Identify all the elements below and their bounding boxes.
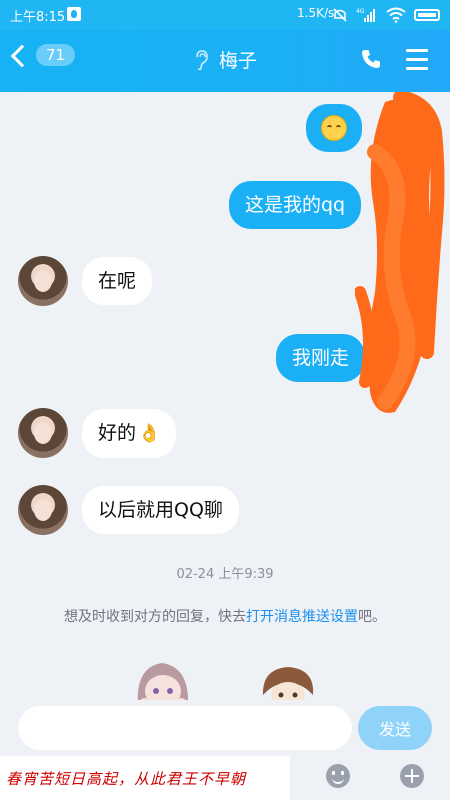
notice-suffix: 吧。	[358, 609, 386, 625]
svg-text:4G: 4G	[356, 8, 365, 15]
status-icons: 4G	[332, 5, 440, 25]
contact-avatar[interactable]	[18, 408, 68, 458]
redaction-scribble	[355, 92, 445, 413]
battery-icon	[414, 9, 440, 21]
push-settings-link[interactable]: 打开消息推送设置	[246, 609, 358, 625]
contact-avatar[interactable]	[18, 256, 68, 306]
message-text: 以后就用QQ聊	[98, 499, 223, 521]
status-time: 上午8:15	[10, 10, 66, 25]
message-bubble-out[interactable]	[306, 104, 362, 152]
net-speed: 1.5K/s	[297, 6, 335, 20]
message-bubble-in[interactable]: 以后就用QQ聊	[82, 486, 239, 534]
ok-hand-emoji-icon: 👌	[138, 422, 161, 444]
send-button[interactable]: 发送	[358, 706, 432, 750]
earpiece-icon[interactable]	[193, 49, 209, 71]
status-bar: 上午8:15 1.5K/s 4G	[0, 0, 450, 30]
relieved-face-emoji-icon	[321, 115, 347, 141]
title-area: 梅子	[0, 46, 450, 73]
message-timestamp: 02-24 上午9:39	[176, 567, 274, 582]
message-text: 在呢	[98, 270, 137, 292]
push-notice: 想及时收到对方的回复，快去打开消息推送设置吧。	[0, 606, 450, 626]
chat-title: 梅子	[218, 50, 257, 72]
bottom-toolbar: 春宵苦短日高起，从此君王不早朝	[0, 756, 450, 800]
signal-icon: 4G	[356, 8, 375, 22]
emoji-panel-icon[interactable]	[326, 764, 350, 788]
app-icon	[67, 7, 81, 21]
contact-avatar[interactable]	[18, 485, 68, 535]
message-bubble-in[interactable]: 在呢	[82, 257, 153, 305]
message-text: 好的	[98, 422, 137, 444]
composer: 发送	[0, 700, 450, 756]
chat-header: 71 梅子	[0, 30, 450, 92]
message-bubble-out[interactable]: 我刚走	[276, 334, 366, 382]
mute-icon	[333, 8, 347, 22]
message-input[interactable]	[18, 706, 352, 750]
message-bubble-in[interactable]: 好的 👌	[82, 409, 177, 458]
poem-overlay-text: 春宵苦短日高起，从此君王不早朝	[0, 756, 290, 800]
phone-icon[interactable]	[360, 48, 382, 70]
wifi-icon	[386, 7, 406, 23]
notice-prefix: 想及时收到对方的回复，快去	[64, 609, 246, 625]
message-bubble-out[interactable]: 这是我的qq	[229, 181, 362, 229]
plus-icon[interactable]	[400, 764, 424, 788]
message-text: 这是我的qq	[245, 194, 346, 216]
message-text: 我刚走	[292, 347, 350, 369]
menu-icon[interactable]	[406, 49, 428, 76]
